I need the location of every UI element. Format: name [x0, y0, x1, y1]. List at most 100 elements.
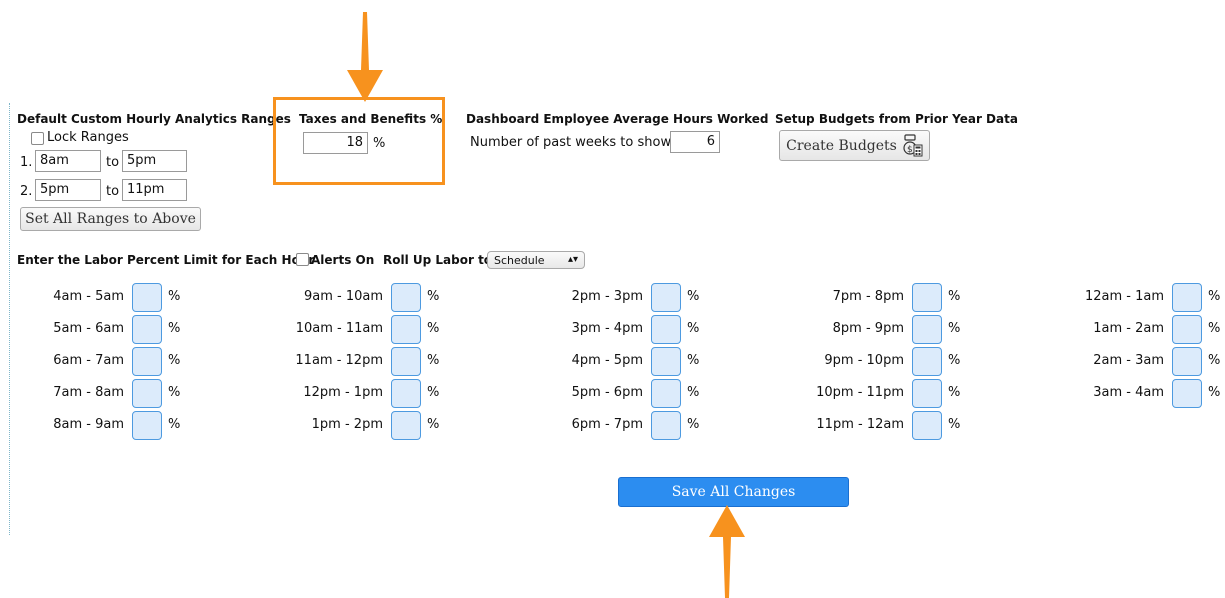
- hour-limit-input[interactable]: [391, 283, 421, 312]
- hour-limit-input[interactable]: [391, 347, 421, 376]
- range-2-to-label: to: [106, 184, 120, 199]
- alerts-on-checkbox[interactable]: [296, 253, 309, 266]
- hour-limit-unit: %: [168, 321, 181, 336]
- hour-limit-input[interactable]: [651, 379, 681, 408]
- alerts-on-label: Alerts On: [311, 253, 375, 267]
- hour-range-label: 7am - 8am: [53, 385, 124, 400]
- set-all-ranges-button[interactable]: Set All Ranges to Above: [20, 207, 201, 231]
- lock-ranges-checkbox[interactable]: [31, 132, 44, 145]
- hour-limit-unit: %: [1208, 289, 1221, 304]
- range-1-from-input[interactable]: 8am: [35, 150, 101, 172]
- hour-limit-unit: %: [687, 289, 700, 304]
- hour-limit-input[interactable]: [651, 283, 681, 312]
- hour-limit-input[interactable]: [651, 411, 681, 440]
- hour-limit-unit: %: [687, 353, 700, 368]
- hour-limit-input[interactable]: [1172, 347, 1202, 376]
- hour-limit-unit: %: [168, 385, 181, 400]
- hour-limit-unit: %: [948, 385, 961, 400]
- hour-limit-input[interactable]: [912, 315, 942, 344]
- create-budgets-button[interactable]: Create Budgets $: [779, 130, 930, 161]
- range-2-to-input[interactable]: 11pm: [122, 179, 187, 201]
- hour-limit-input[interactable]: [912, 411, 942, 440]
- hour-range-label: 6am - 7am: [53, 353, 124, 368]
- weeks-label: Number of past weeks to show: [470, 135, 672, 150]
- hour-range-label: 9pm - 10pm: [824, 353, 904, 368]
- hour-limit-unit: %: [1208, 353, 1221, 368]
- save-all-changes-label: Save All Changes: [671, 484, 796, 500]
- taxes-input[interactable]: 18: [303, 132, 368, 154]
- hour-limit-input[interactable]: [912, 283, 942, 312]
- hour-range-label: 7pm - 8pm: [832, 289, 904, 304]
- hour-limit-unit: %: [427, 353, 440, 368]
- hour-limit-unit: %: [948, 417, 961, 432]
- hour-range-label: 12am - 1am: [1084, 289, 1164, 304]
- hour-range-label: 5am - 6am: [53, 321, 124, 336]
- left-divider: [9, 103, 10, 535]
- taxes-unit: %: [373, 136, 386, 151]
- hour-limit-unit: %: [168, 289, 181, 304]
- hour-limit-input[interactable]: [391, 315, 421, 344]
- hour-limit-unit: %: [948, 289, 961, 304]
- rollup-label: Roll Up Labor to: [383, 253, 493, 267]
- hour-limit-unit: %: [427, 289, 440, 304]
- range-1-number: 1.: [20, 155, 33, 170]
- hour-limit-unit: %: [168, 417, 181, 432]
- lock-ranges-label: Lock Ranges: [47, 130, 129, 145]
- hour-limit-input[interactable]: [132, 283, 162, 312]
- hour-limit-input[interactable]: [132, 347, 162, 376]
- hour-range-label: 11pm - 12am: [816, 417, 904, 432]
- hour-range-label: 4am - 5am: [53, 289, 124, 304]
- hour-range-label: 2am - 3am: [1093, 353, 1164, 368]
- hour-range-label: 8am - 9am: [53, 417, 124, 432]
- hour-range-label: 4pm - 5pm: [571, 353, 643, 368]
- hour-range-label: 6pm - 7pm: [571, 417, 643, 432]
- hour-range-label: 3pm - 4pm: [571, 321, 643, 336]
- hour-limit-unit: %: [948, 353, 961, 368]
- range-1-to-label: to: [106, 155, 120, 170]
- weeks-input[interactable]: 6: [670, 131, 720, 153]
- hour-range-label: 11am - 12pm: [295, 353, 383, 368]
- hour-limit-unit: %: [1208, 385, 1221, 400]
- hour-limit-unit: %: [1208, 321, 1221, 336]
- hour-limit-input[interactable]: [132, 315, 162, 344]
- labor-limit-title: Enter the Labor Percent Limit for Each H…: [17, 253, 315, 267]
- annotation-arrow-up: [709, 505, 745, 598]
- hour-limit-unit: %: [427, 417, 440, 432]
- hour-limit-input[interactable]: [651, 315, 681, 344]
- hour-limit-input[interactable]: [912, 379, 942, 408]
- save-all-changes-button[interactable]: Save All Changes: [618, 477, 849, 507]
- hour-range-label: 1pm - 2pm: [311, 417, 383, 432]
- hour-limit-input[interactable]: [1172, 379, 1202, 408]
- hour-limit-unit: %: [427, 321, 440, 336]
- hour-limit-input[interactable]: [1172, 283, 1202, 312]
- hour-limit-unit: %: [687, 321, 700, 336]
- money-calculator-icon: $: [903, 133, 923, 156]
- hour-limit-unit: %: [687, 385, 700, 400]
- hour-range-label: 2pm - 3pm: [571, 289, 643, 304]
- hour-limit-input[interactable]: [132, 411, 162, 440]
- create-budgets-label: Create Budgets: [786, 137, 897, 154]
- hour-limit-unit: %: [168, 353, 181, 368]
- hour-limit-input[interactable]: [391, 411, 421, 440]
- hour-range-label: 1am - 2am: [1093, 321, 1164, 336]
- hour-limit-input[interactable]: [912, 347, 942, 376]
- budgets-title: Setup Budgets from Prior Year Data: [775, 112, 1018, 126]
- taxes-title: Taxes and Benefits %: [299, 112, 443, 126]
- hour-limit-unit: %: [687, 417, 700, 432]
- dashboard-title: Dashboard Employee Average Hours Worked: [466, 112, 769, 126]
- range-1-to-input[interactable]: 5pm: [122, 150, 187, 172]
- range-2-from-input[interactable]: 5pm: [35, 179, 101, 201]
- hour-limit-input[interactable]: [651, 347, 681, 376]
- hour-range-label: 5pm - 6pm: [571, 385, 643, 400]
- select-caret-icon: ▴▾: [567, 254, 578, 265]
- hour-range-label: 3am - 4am: [1093, 385, 1164, 400]
- hour-range-label: 9am - 10am: [303, 289, 383, 304]
- annotation-arrow-down: [347, 12, 383, 102]
- rollup-select[interactable]: Schedule ▴▾: [487, 251, 585, 269]
- set-all-ranges-label: Set All Ranges to Above: [25, 211, 196, 227]
- hour-limit-input[interactable]: [132, 379, 162, 408]
- hour-limit-unit: %: [948, 321, 961, 336]
- hour-limit-input[interactable]: [1172, 315, 1202, 344]
- hour-limit-input[interactable]: [391, 379, 421, 408]
- hour-range-label: 10am - 11am: [295, 321, 383, 336]
